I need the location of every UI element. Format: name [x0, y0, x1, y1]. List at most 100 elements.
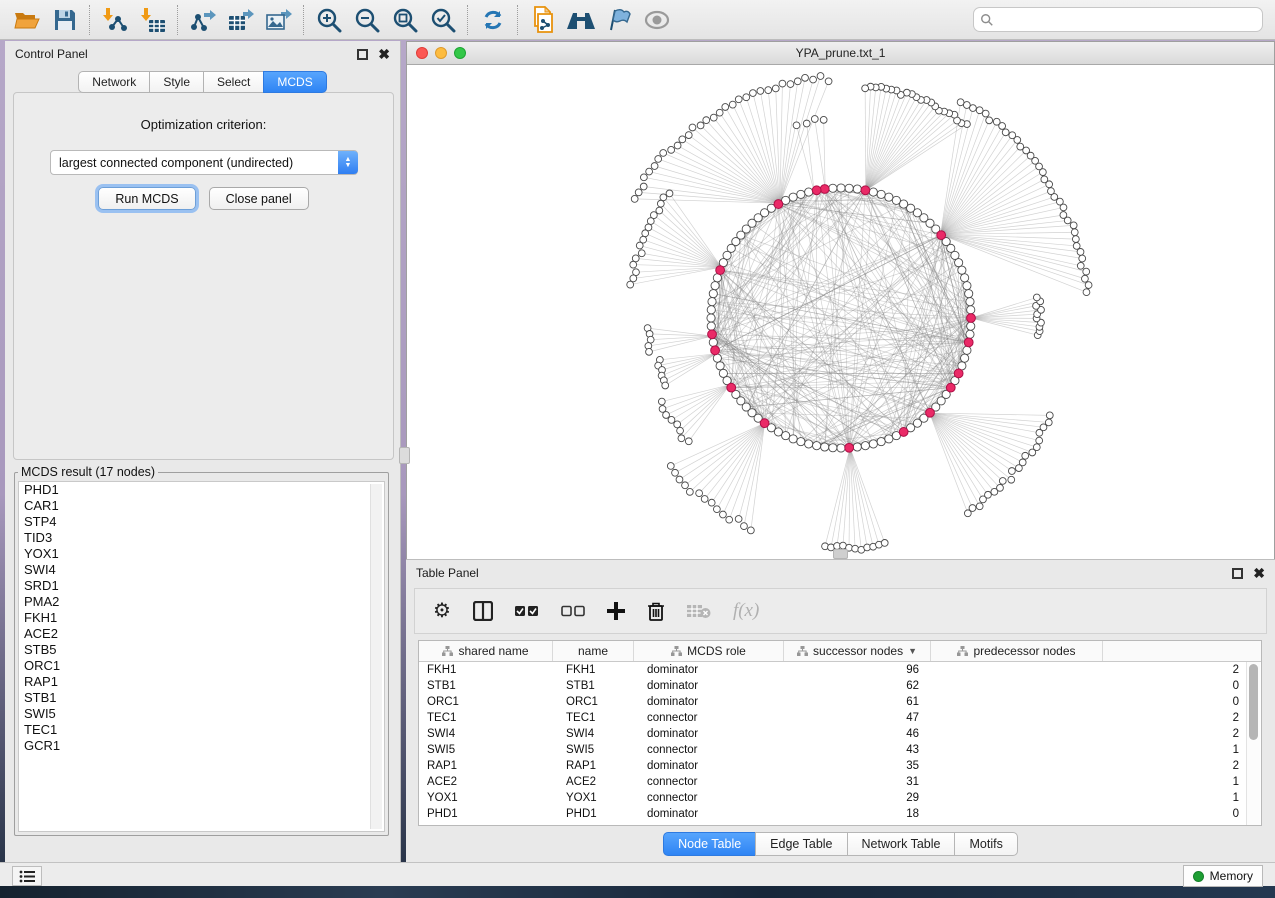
toggle-graphics-details-icon[interactable] — [600, 4, 638, 36]
table-cell: ORC1 — [553, 696, 634, 708]
mcds-list-scrollbar[interactable] — [370, 484, 382, 829]
float-table-panel-icon[interactable] — [1232, 568, 1243, 579]
mcds-result-item[interactable]: FKH1 — [19, 610, 384, 626]
table-panel-title: Table Panel — [416, 566, 1232, 580]
zoom-selected-icon[interactable] — [424, 4, 462, 36]
table-row[interactable]: ORC1ORC1dominator610 — [419, 694, 1261, 710]
table-body: FKH1FKH1dominator962STB1STB1dominator620… — [419, 662, 1261, 822]
table-row[interactable]: ACE2ACE2connector311 — [419, 774, 1261, 790]
table-row[interactable]: PHD1PHD1dominator180 — [419, 806, 1261, 822]
status-list-button[interactable] — [12, 866, 42, 886]
export-image-icon[interactable] — [260, 4, 298, 36]
mcds-result-item[interactable]: ACE2 — [19, 626, 384, 642]
tab-network-table[interactable]: Network Table — [847, 832, 955, 856]
column-header-MCDS-role[interactable]: MCDS role — [634, 641, 784, 661]
mcds-result-item[interactable]: RAP1 — [19, 674, 384, 690]
zoom-in-icon[interactable] — [310, 4, 348, 36]
table-row[interactable]: SWI5SWI5connector431 — [419, 742, 1261, 758]
mcds-result-item[interactable]: STB5 — [19, 642, 384, 658]
column-header-predecessor-nodes[interactable]: predecessor nodes — [931, 641, 1103, 661]
column-header-shared-name[interactable]: shared name — [419, 641, 553, 661]
new-network-from-selection-icon[interactable] — [524, 4, 562, 36]
close-panel-button[interactable]: Close panel — [209, 187, 309, 210]
mcds-result-item[interactable]: TEC1 — [19, 722, 384, 738]
tab-mcds[interactable]: MCDS — [263, 71, 326, 93]
table-row[interactable]: FKH1FKH1dominator962 — [419, 662, 1261, 678]
export-table-icon[interactable] — [222, 4, 260, 36]
mcds-buttons-row: Run MCDS Close panel — [14, 187, 393, 210]
export-network-icon[interactable] — [184, 4, 222, 36]
table-cell: 43 — [784, 744, 931, 756]
mcds-result-item[interactable]: SWI5 — [19, 706, 384, 722]
deselect-all-icon[interactable] — [561, 605, 585, 617]
zoom-fit-glyph — [392, 7, 418, 33]
show-column-icon[interactable] — [473, 601, 493, 621]
show-hide-icon[interactable] — [638, 4, 676, 36]
memory-label: Memory — [1210, 869, 1253, 883]
table-cell: dominator — [634, 728, 784, 740]
control-panel: Control Panel ✖ Network Style Select MCD… — [5, 41, 401, 862]
eye-glyph — [643, 10, 671, 30]
mcds-result-item[interactable]: YOX1 — [19, 546, 384, 562]
mcds-result-item[interactable]: SWI4 — [19, 562, 384, 578]
column-header-successor-nodes[interactable]: successor nodes▼ — [784, 641, 931, 661]
search-input[interactable] — [994, 12, 1256, 28]
mcds-result-item[interactable]: STB1 — [19, 690, 384, 706]
table-row[interactable]: SWI4SWI4dominator462 — [419, 726, 1261, 742]
import-table-icon[interactable] — [134, 4, 172, 36]
optimization-criterion-select[interactable]: largest connected component (undirected)… — [50, 150, 358, 175]
list-icon — [19, 870, 35, 883]
table-row[interactable]: YOX1YOX1connector291 — [419, 790, 1261, 806]
first-neighbors-icon[interactable] — [562, 4, 600, 36]
network-window-titlebar[interactable]: YPA_prune.txt_1 — [407, 42, 1274, 65]
open-file-icon[interactable] — [8, 4, 46, 36]
table-row[interactable]: RAP1RAP1dominator352 — [419, 758, 1261, 774]
close-panel-icon[interactable]: ✖ — [378, 49, 390, 60]
table-scrollbar-thumb[interactable] — [1249, 664, 1258, 740]
tab-network[interactable]: Network — [78, 71, 149, 93]
search-field[interactable] — [973, 7, 1263, 32]
network-fan-nodes[interactable] — [627, 73, 1092, 554]
table-row[interactable]: STB1STB1dominator620 — [419, 678, 1261, 694]
tab-edge-table[interactable]: Edge Table — [755, 832, 846, 856]
table-cell: PHD1 — [553, 808, 634, 820]
table-cell: 2 — [931, 664, 1261, 676]
tab-style[interactable]: Style — [149, 71, 203, 93]
zoom-out-icon[interactable] — [348, 4, 386, 36]
tab-motifs[interactable]: Motifs — [954, 832, 1017, 856]
select-all-icon[interactable] — [515, 605, 539, 617]
table-cell: SWI4 — [419, 728, 553, 740]
tab-node-table[interactable]: Node Table — [663, 832, 755, 856]
function-builder-icon[interactable]: f(x) — [733, 600, 759, 622]
table-scrollbar[interactable] — [1246, 662, 1260, 825]
close-table-panel-icon[interactable]: ✖ — [1253, 568, 1265, 579]
delete-column-icon[interactable] — [647, 601, 665, 621]
import-network-icon[interactable] — [96, 4, 134, 36]
save-session-icon[interactable] — [46, 4, 84, 36]
mcds-result-list[interactable]: PHD1CAR1STP4TID3YOX1SWI4SRD1PMA2FKH1ACE2… — [18, 481, 385, 832]
float-panel-icon[interactable] — [357, 49, 368, 60]
mcds-result-item[interactable]: GCR1 — [19, 738, 384, 754]
zoom-fit-icon[interactable] — [386, 4, 424, 36]
mcds-result-item[interactable]: CAR1 — [19, 498, 384, 514]
mcds-result-item[interactable]: PMA2 — [19, 594, 384, 610]
mcds-result-item[interactable]: SRD1 — [19, 578, 384, 594]
run-mcds-button[interactable]: Run MCDS — [98, 187, 195, 210]
delete-table-icon[interactable] — [687, 603, 711, 619]
mcds-result-item[interactable]: ORC1 — [19, 658, 384, 674]
network-canvas[interactable] — [407, 65, 1274, 559]
add-column-icon[interactable] — [607, 602, 625, 620]
table-settings-icon[interactable]: ⚙ — [433, 601, 451, 621]
refresh-layout-icon[interactable] — [474, 4, 512, 36]
memory-button[interactable]: Memory — [1183, 865, 1263, 887]
tab-select[interactable]: Select — [203, 71, 263, 93]
horizontal-splitter-handle[interactable] — [833, 549, 848, 559]
mcds-result-item[interactable]: PHD1 — [19, 482, 384, 498]
vertical-splitter-handle[interactable] — [399, 447, 410, 464]
mcds-result-item[interactable]: STP4 — [19, 514, 384, 530]
table-toolbar: ⚙ f(x) — [414, 588, 1267, 634]
table-row[interactable]: TEC1TEC1connector472 — [419, 710, 1261, 726]
table-cell: ACE2 — [419, 776, 553, 788]
mcds-result-item[interactable]: TID3 — [19, 530, 384, 546]
column-header-name[interactable]: name — [553, 641, 634, 661]
